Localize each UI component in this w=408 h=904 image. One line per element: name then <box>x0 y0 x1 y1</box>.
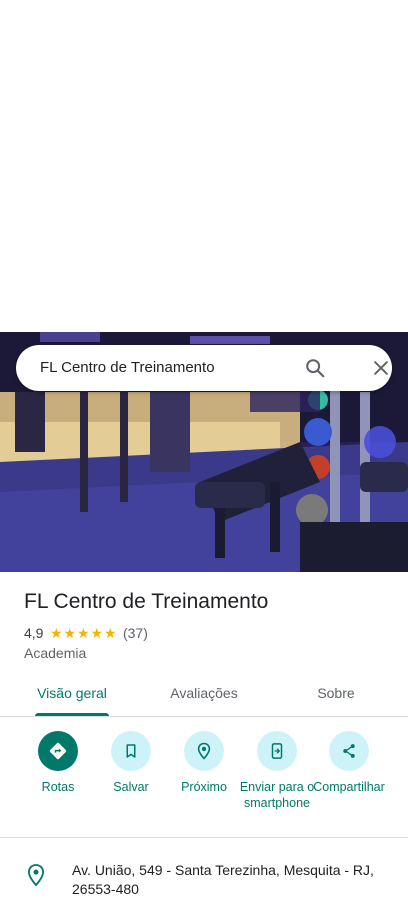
nearby-button-circle[interactable] <box>184 731 224 771</box>
actions-divider <box>0 837 408 838</box>
directions-button[interactable]: Rotas <box>18 731 98 795</box>
star-icon: ★ <box>49 625 63 641</box>
rating-row[interactable]: 4,9 ★ ★ ★ ★ ★ (37) <box>24 624 148 642</box>
star-icon: ★ <box>103 625 117 641</box>
share-button-circle[interactable] <box>329 731 369 771</box>
star-icon: ★ <box>63 625 76 641</box>
tab-bar: Visão geral Avaliações Sobre <box>0 672 408 716</box>
rating-value: 4,9 <box>24 625 44 641</box>
share-label: Compartilhar <box>313 780 385 794</box>
tab-overview[interactable]: Visão geral <box>22 672 122 716</box>
save-label: Salvar <box>113 780 149 794</box>
close-icon[interactable] <box>371 358 391 378</box>
bookmark-icon <box>126 744 136 758</box>
place-category: Academia <box>24 645 87 661</box>
save-button-circle[interactable] <box>111 731 151 771</box>
star-icon: ★ <box>76 625 90 641</box>
send-to-phone-label: Enviar para o smartphone <box>239 780 315 810</box>
share-icon <box>343 744 355 758</box>
search-bar[interactable]: FL Centro de Treinamento <box>16 345 392 391</box>
nearby-icon <box>197 742 211 760</box>
send-to-phone-icon <box>271 743 283 759</box>
search-query-text[interactable]: FL Centro de Treinamento <box>40 345 215 391</box>
blank-map-area <box>0 0 408 332</box>
directions-button-circle[interactable] <box>38 731 78 771</box>
directions-icon <box>49 742 67 760</box>
send-to-phone-button-circle[interactable] <box>257 731 297 771</box>
tab-about[interactable]: Sobre <box>296 672 376 716</box>
send-to-phone-button[interactable]: Enviar para o smartphone <box>237 731 317 811</box>
share-button[interactable]: Compartilhar <box>309 731 389 795</box>
tabs-divider <box>0 716 408 717</box>
search-icon[interactable] <box>304 357 326 379</box>
location-pin-icon <box>27 864 45 887</box>
save-button[interactable]: Salvar <box>91 731 171 795</box>
star-icon: ★ <box>90 625 103 641</box>
action-buttons: Rotas Salvar Próximo Enviar para o smart… <box>0 731 408 831</box>
address-row[interactable]: Av. União, 549 - Santa Terezinha, Mesqui… <box>0 855 408 904</box>
nearby-button[interactable]: Próximo <box>164 731 244 795</box>
review-count[interactable]: (37) <box>123 625 148 641</box>
rating-stars: ★ ★ ★ ★ ★ <box>49 624 117 642</box>
nearby-label: Próximo <box>181 780 227 794</box>
tab-reviews[interactable]: Avaliações <box>154 672 254 716</box>
place-title: FL Centro de Treinamento <box>24 590 269 613</box>
directions-label: Rotas <box>41 780 75 794</box>
address-text[interactable]: Av. União, 549 - Santa Terezinha, Mesqui… <box>72 861 392 899</box>
